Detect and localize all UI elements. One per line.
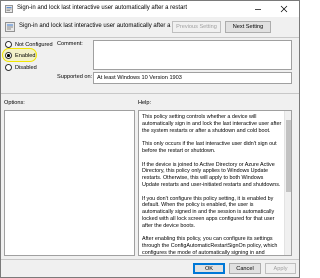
minimize-icon [255,9,261,10]
scroll-thumb[interactable] [286,120,291,192]
help-paragraph: This only occurs if the last interactive… [142,141,277,154]
policy-icon [5,5,13,13]
help-paragraph: If you don't configure this policy setti… [142,195,275,229]
policy-icon [5,22,15,32]
minimize-button[interactable] [247,1,269,17]
window-title: Sign-in and lock last interactive user a… [17,5,188,11]
ok-button[interactable]: OK [193,263,225,274]
supported-on-label: Supported on: [57,74,93,80]
comment-label: Comment: [57,41,83,47]
help-panel[interactable]: This policy setting controls whether a d… [138,110,292,256]
enabled-label: Enabled [15,52,36,59]
separator [1,37,299,38]
supported-on-value: At least Windows 10 Version 1903 [97,75,182,81]
comment-field[interactable] [93,40,292,70]
disabled-radio[interactable]: Disabled [5,64,37,71]
cancel-button[interactable]: Cancel [229,263,261,274]
radio-button[interactable] [5,64,12,71]
separator [1,259,299,260]
radio-button[interactable] [5,52,12,59]
help-label: Help: [138,100,152,106]
apply-button[interactable]: Apply [265,263,296,274]
help-paragraph: If the device is joined to Active Direct… [142,161,281,188]
not-configured-label: Not Configured [15,41,53,48]
enabled-radio[interactable]: Enabled [5,52,36,59]
previous-setting-button[interactable]: Previous Setting [172,21,221,33]
options-panel [4,110,135,256]
help-scrollbar[interactable] [284,111,291,255]
not-configured-radio[interactable]: Not Configured [5,41,53,48]
disabled-label: Disabled [15,64,37,71]
close-icon [280,5,288,13]
help-paragraph: After enabling this policy, you can conf… [142,236,278,256]
title-bar: Sign-in and lock last interactive user a… [1,1,299,17]
policy-dialog: Sign-in and lock last interactive user a… [0,0,300,278]
policy-name: Sign-in and lock last interactive user a… [19,23,190,29]
separator [1,93,299,94]
supported-on-field: At least Windows 10 Version 1903 [93,72,292,84]
close-button[interactable] [273,1,295,17]
next-setting-button[interactable]: Next Setting [225,21,271,33]
radio-button[interactable] [5,41,12,48]
help-paragraph: This policy setting controls whether a d… [142,114,282,134]
options-label: Options: [4,100,25,106]
